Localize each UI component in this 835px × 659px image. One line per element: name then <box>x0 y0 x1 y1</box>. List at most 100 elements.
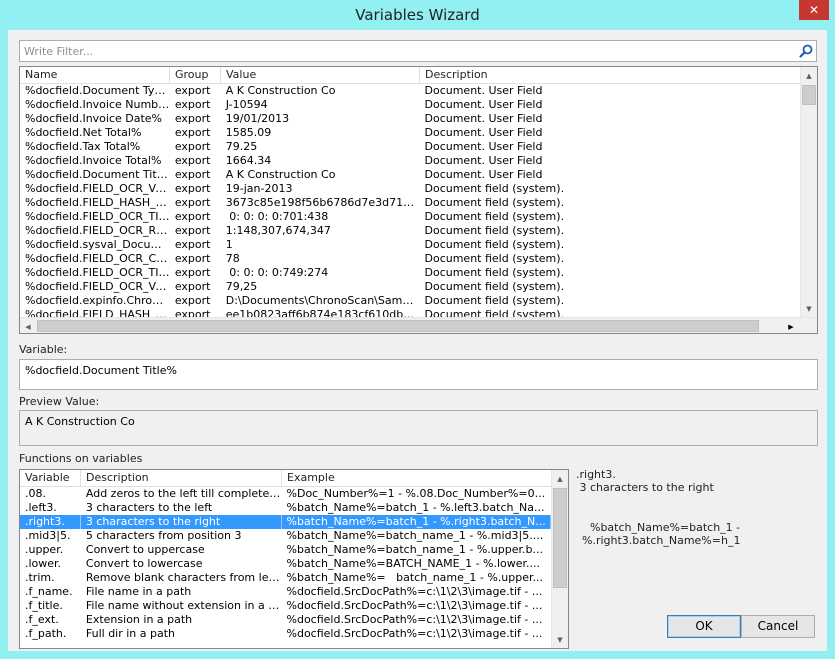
cell-group: export <box>174 196 211 209</box>
variable-label: Variable: <box>19 343 68 356</box>
cell-description: Document field (system). <box>424 182 565 195</box>
variables-horizontal-scrollbar[interactable]: ◀ ▶ <box>20 317 817 333</box>
table-row[interactable]: %docfield.sysval_Documen... export 1 Docume… <box>20 238 800 252</box>
cell-value: 3673c85e198f56b6786d7e3d7137f237 <box>225 196 420 209</box>
column-header-description[interactable]: Description <box>420 67 801 84</box>
function-row[interactable]: .08. Add zeros to the left till complete … <box>20 487 551 501</box>
cancel-button[interactable]: Cancel <box>741 615 815 638</box>
cell-name: %docfield.FIELD_OCR_VAL... <box>25 280 170 293</box>
function-row[interactable]: .f_path. Full dir in a path %docfield.SrcD… <box>20 627 551 641</box>
scroll-thumb[interactable] <box>802 85 816 105</box>
cell-description: Document field (system). <box>424 280 565 293</box>
table-row[interactable]: %docfield.FIELD_OCR_VAL... export 79,25 Doc… <box>20 280 800 294</box>
cell-description: Document. User Field <box>424 126 543 139</box>
cell-name: %docfield.FIELD_OCR_RE... <box>25 224 170 237</box>
table-row[interactable]: %docfield.FIELD_OCR_VAL... export 19-jan-2… <box>20 182 800 196</box>
cell-value: 1:148,307,674,347 <box>225 224 331 237</box>
cell-description: Document field (system). <box>424 294 565 307</box>
cell-name: %docfield.FIELD_OCR_CO... <box>25 252 170 265</box>
functions-scroll-up-button[interactable]: ▲ <box>552 470 568 487</box>
functions-scroll-down-button[interactable]: ▼ <box>552 631 568 648</box>
table-row[interactable]: %docfield.FIELD_OCR_RE... export 1:148,307… <box>20 224 800 238</box>
preview-value-label: Preview Value: <box>19 395 100 408</box>
cell-description: Document. User Field <box>424 140 543 153</box>
cell-name: %docfield.sysval_Documen... <box>25 238 170 251</box>
variables-vertical-scrollbar[interactable]: ▲ ▼ <box>800 67 817 317</box>
column-header-name[interactable]: Name <box>20 67 170 84</box>
cell-group: export <box>174 308 211 317</box>
function-row[interactable]: .f_title. File name without extension in … <box>20 599 551 613</box>
table-row[interactable]: %docfield.FIELD_HASH_Ne... export 3673c85e… <box>20 196 800 210</box>
ok-button[interactable]: OK <box>667 615 741 638</box>
cell-variable: .trim. <box>25 571 55 584</box>
cell-description: Convert to lowercase <box>85 557 203 570</box>
table-row[interactable]: %docfield.FIELD_OCR_CO... export 78 Documen… <box>20 252 800 266</box>
cell-example: %docfield.SrcDocPath%=c:\1\2\3\image.tif… <box>286 585 543 598</box>
function-row[interactable]: .upper. Convert to uppercase %batch_Name%=… <box>20 543 551 557</box>
filter-input[interactable] <box>20 41 780 61</box>
cell-name: %docfield.Tax Total% <box>25 140 141 153</box>
table-row[interactable]: %docfield.FIELD_OCR_TIM... export 0: 0: 0… <box>20 210 800 224</box>
scroll-down-button[interactable]: ▼ <box>801 300 817 317</box>
cell-example: %batch_Name%=batch_1 - %.right3.batch_N.… <box>282 515 551 529</box>
cell-group: export <box>174 252 211 265</box>
table-row[interactable]: %docfield.FIELD_OCR_TIM... export 0: 0: 0… <box>20 266 800 280</box>
cell-value: 1585.09 <box>225 126 272 139</box>
scroll-left-button[interactable]: ◀ <box>20 318 36 333</box>
scroll-right-button[interactable]: ▶ <box>783 318 799 333</box>
column-header-value[interactable]: Value <box>221 67 420 84</box>
cell-group: export <box>174 182 211 195</box>
function-row[interactable]: .left3. 3 characters to the left %batch_Na… <box>20 501 551 515</box>
table-row[interactable]: %docfield.FIELD_HASH_In... export ee1b0823… <box>20 308 800 317</box>
cell-value: 0: 0: 0: 0:749:274 <box>225 266 329 279</box>
function-row[interactable]: .f_ext. Extension in a path %docfield.SrcD… <box>20 613 551 627</box>
function-row[interactable]: .mid3|5. 5 characters from position 3 %bat… <box>20 529 551 543</box>
table-row[interactable]: %docfield.Invoice Date% export 19/01/2013 D… <box>20 112 800 126</box>
cell-group: export <box>174 224 211 237</box>
cell-value: 78 <box>225 252 240 265</box>
cell-example: %docfield.SrcDocPath%=c:\1\2\3\image.tif… <box>286 613 543 626</box>
functions-vertical-scrollbar[interactable]: ▲ ▼ <box>551 470 568 648</box>
function-row[interactable]: .trim. Remove blank characters from left … <box>20 571 551 585</box>
cell-description: Add zeros to the left till complete th..… <box>85 487 282 500</box>
cell-description: File name in a path <box>85 585 192 598</box>
table-row[interactable]: %docfield.Invoice Number% export J-10594 Do… <box>20 98 800 112</box>
table-row[interactable]: %docfield.Tax Total% export 79.25 Document.… <box>20 140 800 154</box>
table-row[interactable]: %docfield.Document Type% export A K Constr… <box>20 84 800 98</box>
search-icon[interactable] <box>798 43 814 59</box>
function-row[interactable]: .f_name. File name in a path %docfield.Src… <box>20 585 551 599</box>
column-header-example[interactable]: Example <box>282 470 552 487</box>
function-row[interactable]: .right3. 3 characters to the right %batch_… <box>20 515 551 529</box>
cell-group: export <box>174 238 211 251</box>
cell-group: export <box>174 112 211 125</box>
scroll-up-button[interactable]: ▲ <box>801 67 817 84</box>
cell-value: 19-jan-2013 <box>225 182 293 195</box>
horizontal-scroll-thumb[interactable] <box>37 320 759 332</box>
column-header-group[interactable]: Group <box>170 67 221 84</box>
function-row[interactable]: .lower. Convert to lowercase %batch_Name%=… <box>20 557 551 571</box>
variables-table-body: %docfield.Document Type% export A K Constr… <box>20 84 800 317</box>
cell-group: export <box>174 266 211 279</box>
cell-group: export <box>174 280 211 293</box>
cell-group: export <box>174 294 211 307</box>
column-header-function-description[interactable]: Description <box>81 470 282 487</box>
functions-table: Variable Description Example .08. Add zer… <box>19 469 569 649</box>
column-header-variable[interactable]: Variable <box>20 470 81 487</box>
function-detail-description: 3 characters to the right <box>576 481 714 494</box>
filter-box[interactable] <box>19 40 817 62</box>
cell-description: Document field (system). <box>424 266 565 279</box>
close-button[interactable]: ✕ <box>799 0 829 20</box>
functions-table-body: .08. Add zeros to the left till complete … <box>20 487 551 648</box>
table-row[interactable]: %docfield.Document Title% export A K Const… <box>20 168 800 182</box>
table-row[interactable]: %docfield.Invoice Total% export 1664.34 Doc… <box>20 154 800 168</box>
cell-group: export <box>174 210 211 223</box>
function-detail-panel: .right3. 3 characters to the right %batc… <box>576 468 816 547</box>
variable-field[interactable]: %docfield.Document Title% <box>19 359 818 390</box>
cell-example: %batch_Name%=batch_name_1 - %.upper.b... <box>286 543 543 556</box>
table-row[interactable]: %docfield.expinfo.Chrono... export D:\Docu… <box>20 294 800 308</box>
functions-scroll-thumb[interactable] <box>553 488 567 588</box>
functions-label: Functions on variables <box>19 452 143 465</box>
cell-group: export <box>174 140 211 153</box>
table-row[interactable]: %docfield.Net Total% export 1585.09 Documen… <box>20 126 800 140</box>
cell-example: %docfield.SrcDocPath%=c:\1\2\3\image.tif… <box>286 627 543 640</box>
